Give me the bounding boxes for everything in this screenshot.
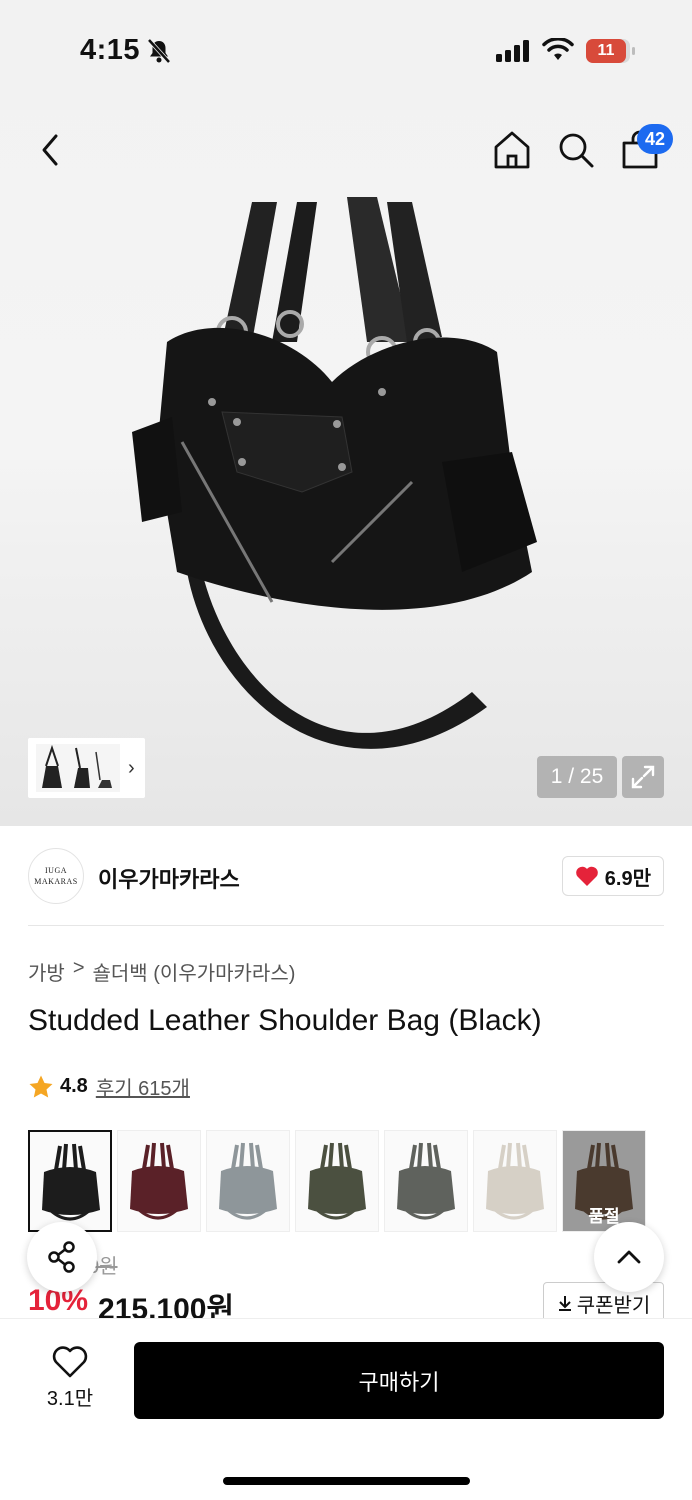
- battery-level: 11: [597, 42, 615, 59]
- thumbnail-images: [36, 744, 120, 792]
- star-icon: [29, 1075, 53, 1097]
- status-bar: 4:15 11: [0, 0, 692, 100]
- wish-count: 3.1만: [46, 1388, 94, 1410]
- color-swatch[interactable]: [28, 1130, 112, 1232]
- swatch-bag-image: [130, 1142, 188, 1220]
- divider: [28, 925, 664, 926]
- status-time: 4:15: [80, 34, 141, 66]
- color-swatch[interactable]: [295, 1130, 379, 1232]
- swatch-bag-image: [397, 1142, 455, 1220]
- expand-icon: [631, 765, 655, 789]
- buy-button[interactable]: 구매하기: [134, 1342, 664, 1419]
- chevron-right-icon: ›: [128, 756, 135, 779]
- breadcrumb: 가방 > 숄더백 (이우가마카라스): [28, 957, 295, 986]
- rating-score: 4.8: [60, 1075, 88, 1097]
- expand-button[interactable]: [622, 756, 664, 798]
- product-title: Studded Leather Shoulder Bag (Black): [28, 1004, 542, 1037]
- back-icon[interactable]: [34, 130, 68, 170]
- share-button[interactable]: [27, 1222, 97, 1292]
- chevron-up-icon: [617, 1250, 641, 1264]
- brand-logo-line1: IUGA: [45, 866, 67, 875]
- cart-count-badge: 42: [637, 124, 673, 154]
- color-swatch[interactable]: [384, 1130, 468, 1232]
- bell-off-icon: [147, 38, 171, 64]
- heart-filled-icon: [575, 866, 598, 886]
- breadcrumb-subcategory[interactable]: 숄더백 (이우가마카라스): [93, 957, 296, 986]
- search-icon[interactable]: [554, 128, 598, 172]
- reviews-link[interactable]: 후기 615개: [96, 1072, 190, 1101]
- color-swatches: 품절: [28, 1130, 646, 1232]
- color-swatch[interactable]: [473, 1130, 557, 1232]
- swatch-bag-image: [42, 1143, 100, 1221]
- breadcrumb-category[interactable]: 가방: [28, 957, 65, 986]
- home-icon[interactable]: [490, 128, 534, 172]
- home-indicator[interactable]: [223, 1477, 470, 1485]
- signal-icon: [496, 40, 529, 62]
- color-swatch[interactable]: 품절: [562, 1130, 646, 1232]
- scroll-top-button[interactable]: [594, 1222, 664, 1292]
- brand-row[interactable]: IUGA MAKARAS 이우가마카라스 6.9만: [28, 848, 664, 904]
- swatch-bag-image: [308, 1142, 366, 1220]
- breadcrumb-separator: >: [72, 957, 85, 979]
- rating-row: 4.8 후기 615개: [28, 1072, 190, 1101]
- swatch-bag-image: [486, 1142, 544, 1220]
- wish-button[interactable]: 3.1만: [40, 1346, 100, 1411]
- brand-logo-line2: MAKARAS: [34, 877, 78, 886]
- gallery-thumbnail-strip[interactable]: ›: [28, 738, 145, 798]
- coupon-label: 쿠폰받기: [576, 1294, 651, 1317]
- heart-outline-icon: [52, 1346, 88, 1378]
- brand-like-button[interactable]: 6.9만: [561, 856, 664, 896]
- swatch-bag-image: [219, 1142, 277, 1220]
- download-icon: [558, 1296, 571, 1311]
- product-main-image[interactable]: [112, 192, 572, 792]
- brand-like-count: 6.9만: [604, 867, 651, 890]
- gallery-counter: 1 / 25: [537, 756, 617, 798]
- brand-logo[interactable]: IUGA MAKARAS: [28, 848, 84, 904]
- color-swatch[interactable]: [117, 1130, 201, 1232]
- battery-indicator: 11: [586, 39, 635, 63]
- wifi-icon: [542, 38, 574, 60]
- brand-name[interactable]: 이우가마카라스: [98, 862, 240, 894]
- color-swatch[interactable]: [206, 1130, 290, 1232]
- share-icon: [48, 1241, 75, 1273]
